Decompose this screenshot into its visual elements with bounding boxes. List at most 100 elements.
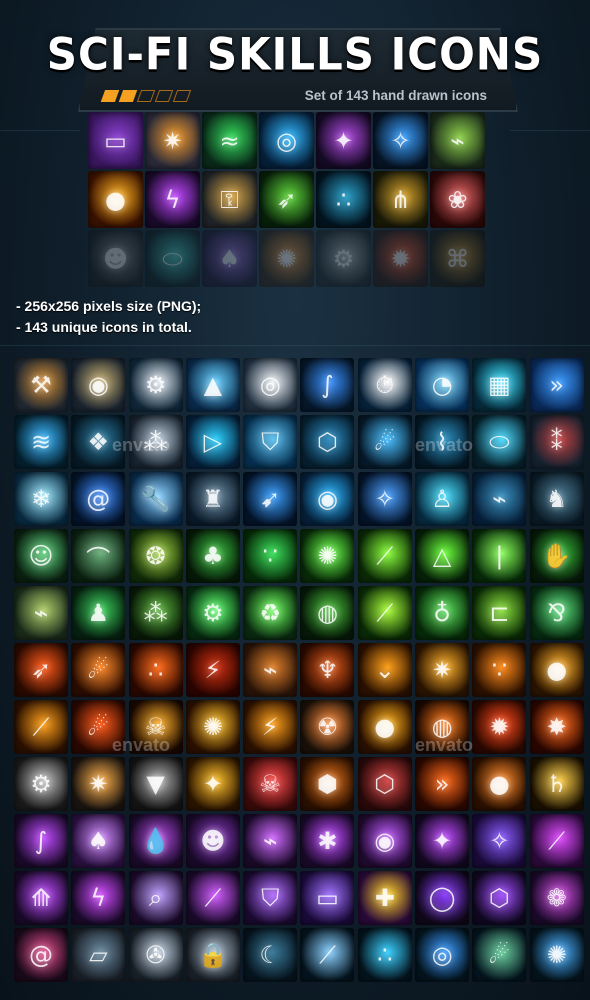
progress-dot xyxy=(118,90,138,102)
green-tentacles-icon: ⅋ xyxy=(529,586,584,640)
hexagon-frame-glyph: ⬡ xyxy=(374,770,396,798)
green-hair-burst-icon: ⁂ xyxy=(128,586,183,640)
orange-slash-glyph: ⟋ xyxy=(32,713,50,741)
progress-dots xyxy=(100,90,192,102)
teleport-figure-glyph: ♙ xyxy=(431,485,453,513)
molten-sun-glyph: ● xyxy=(374,713,396,741)
green-recycle-icon: ♻ xyxy=(243,586,298,640)
green-comet-glyph: ☄ xyxy=(488,941,511,969)
blue-chevrons-glyph: » xyxy=(549,371,565,399)
gas-mask-glyph: ☻ xyxy=(102,244,129,273)
eclipse-icon: ● xyxy=(529,643,584,697)
water-splash-glyph: ≋ xyxy=(30,428,52,456)
blue-cannon-glyph: ⌁ xyxy=(492,485,507,513)
green-planet-glyph: ◍ xyxy=(317,599,338,627)
blue-galaxy-icon: @ xyxy=(71,472,126,526)
orange-flare-icon: ✺ xyxy=(259,230,314,287)
saw-blade-icon: ⚙ xyxy=(316,230,371,287)
robotic-claw-icon: ⚒ xyxy=(14,358,68,412)
purple-hexagon-icon: ⬡ xyxy=(472,871,527,925)
purple-claw-icon: ✧ xyxy=(472,814,527,868)
amber-web-icon: ⌘ xyxy=(430,230,485,287)
forge-sparks-icon: ✷ xyxy=(71,757,126,811)
orange-flare-glyph: ✺ xyxy=(276,244,297,273)
green-creature-icon: ♣ xyxy=(185,529,240,583)
purple-orb-glyph: ◯ xyxy=(428,884,456,912)
fan-disc-icon: ✇ xyxy=(128,928,183,982)
target-swirl-glyph: ◎ xyxy=(259,371,281,399)
card-spade-icon: ♠ xyxy=(202,230,257,287)
fire-dash-icon: » xyxy=(415,757,470,811)
shield-glyph: ⛉ xyxy=(261,428,280,456)
light-beams-glyph: ⟋ xyxy=(319,941,336,969)
green-laser-icon: ⟋ xyxy=(357,586,412,640)
sun-core-icon: ● xyxy=(88,171,143,228)
green-injector-icon: ⌁ xyxy=(430,112,485,169)
grenade-icon: ● xyxy=(472,757,527,811)
purple-injector-icon: ⌁ xyxy=(243,814,298,868)
blue-rings-icon: ◎ xyxy=(415,928,470,982)
page-title: SCI-FI SKILLS ICONS xyxy=(46,28,544,81)
lightning-bolt-glyph: ⚡ xyxy=(261,713,279,741)
purple-slash-icon: ⟋ xyxy=(185,871,240,925)
orange-laser-blast-icon: ✺ xyxy=(185,700,240,754)
purple-runner-glyph: ✦ xyxy=(333,126,354,155)
green-beam-icon: | xyxy=(472,529,527,583)
green-laser-glyph: ⟋ xyxy=(376,599,394,627)
spiral-galaxy-glyph: @ xyxy=(29,941,53,969)
hexagon-frame-icon: ⬡ xyxy=(357,757,412,811)
green-jar-creature-glyph: ♁ xyxy=(433,599,451,627)
blue-constellation-glyph: ✧ xyxy=(374,485,395,513)
speedometer-glyph: ◔ xyxy=(431,371,453,399)
fire-streak-glyph: ➶ xyxy=(30,656,52,684)
green-beam-glyph: | xyxy=(495,542,504,570)
dna-helix-glyph: ≈ xyxy=(219,126,240,155)
buzzsaw-glyph: ⚙ xyxy=(30,770,52,798)
purple-bloom-icon: ❁ xyxy=(529,871,584,925)
dark-crescent-glyph: ☾ xyxy=(259,941,281,969)
shield-icon: ⛉ xyxy=(243,415,298,469)
drill-glyph: ▼ xyxy=(146,770,165,798)
blue-galaxy-glyph: @ xyxy=(86,485,111,513)
gas-mask-icon: ☻ xyxy=(88,230,143,287)
purple-bloom-glyph: ❁ xyxy=(546,884,567,912)
spiral-galaxy-icon: @ xyxy=(14,928,68,982)
progress-dot xyxy=(100,90,120,102)
water-splash-icon: ≋ xyxy=(14,415,68,469)
shadow-beast-icon: ♞ xyxy=(529,472,584,526)
skull-badge-icon: ☠ xyxy=(243,757,298,811)
brain-glyph: ❀ xyxy=(447,185,468,214)
light-beams-icon: ⟋ xyxy=(300,928,355,982)
capsule-icon: ⬭ xyxy=(145,230,200,287)
caution-key-icon: ⚿ xyxy=(202,171,257,228)
orange-hexagons-glyph: ⬢ xyxy=(317,770,338,798)
drill-icon: ▼ xyxy=(128,757,183,811)
blue-vortex-blast-glyph: ◉ xyxy=(317,485,338,513)
dark-crescent-icon: ☾ xyxy=(243,928,298,982)
feature-list: - 256x256 pixels size (PNG); - 143 uniqu… xyxy=(16,296,201,338)
portal-grid-icon: ▦ xyxy=(472,358,527,412)
brain-icon: ❀ xyxy=(430,171,485,228)
purple-rune-shield-icon: ⛉ xyxy=(243,871,298,925)
blue-triangle-play-glyph: ▷ xyxy=(203,428,223,456)
orange-particles-icon: ∵ xyxy=(472,643,527,697)
green-alien-glyph: ☺ xyxy=(28,542,54,570)
purple-claw-glyph: ✧ xyxy=(489,827,510,855)
fan-disc-glyph: ✇ xyxy=(145,941,166,969)
green-triangle-glyph: △ xyxy=(432,542,452,570)
watermark: envato xyxy=(112,435,171,455)
flame-rays-icon: ✹ xyxy=(472,700,527,754)
blue-comet-glyph: ☄ xyxy=(374,428,396,456)
fire-dash-glyph: » xyxy=(434,770,450,798)
magnifier-glyph: ⌕ xyxy=(148,884,163,912)
cyan-tube-icon: ⬭ xyxy=(472,415,527,469)
flame-cannon-glyph: ⌁ xyxy=(262,656,278,684)
spark-burst-glyph: ✷ xyxy=(162,126,183,155)
preview-icon-grid: ▭ ✷ ≈ ◎ ✦ ✧ ⌁ ● ϟ ⚿ ➶ ∴ ⋔ ❀ ☻ ⬭ ♠ ✺ ⚙ ✹ ⌘ xyxy=(88,112,485,287)
orange-chevrons-glyph: ⌄ xyxy=(374,656,395,684)
watermark: envato xyxy=(415,435,474,455)
grenade-glyph: ● xyxy=(488,770,510,798)
eclipse-glyph: ● xyxy=(546,656,568,684)
sun-core-glyph: ● xyxy=(105,185,126,214)
green-rays-icon: ⟋ xyxy=(357,529,412,583)
